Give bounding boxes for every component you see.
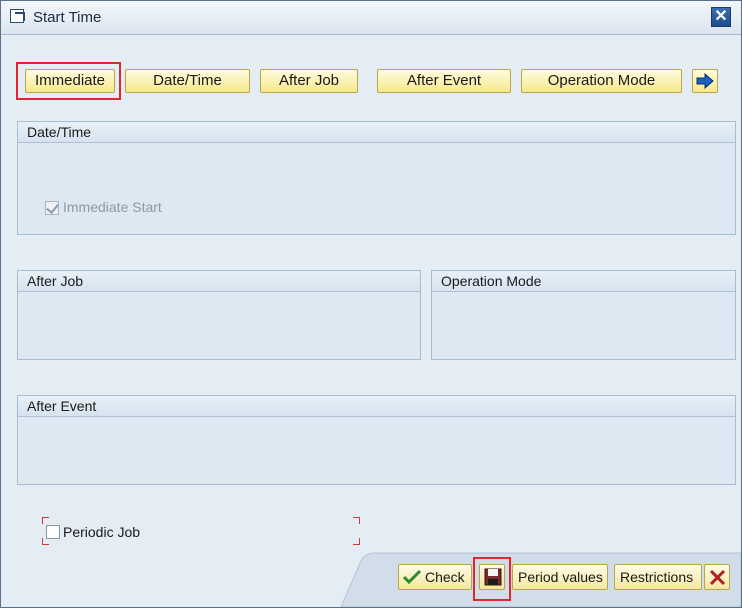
check-button-label: Check: [425, 569, 465, 585]
close-icon[interactable]: ✕: [711, 7, 731, 27]
cancel-button[interactable]: [704, 564, 730, 590]
focus-corner: [42, 538, 49, 545]
window-icon: [10, 9, 25, 23]
cancel-icon: [709, 569, 726, 586]
save-button[interactable]: [479, 564, 505, 590]
immediate-start-label: Immediate Start: [63, 199, 162, 215]
checkmark-icon: [403, 569, 421, 585]
operation-mode-group-title: Operation Mode: [432, 271, 735, 292]
after-job-button[interactable]: After Job: [260, 69, 358, 93]
checkmark-icon: [46, 201, 59, 214]
period-values-label: Period values: [518, 569, 603, 585]
check-button[interactable]: Check: [398, 564, 472, 590]
after-job-group: After Job: [17, 270, 421, 360]
period-values-button[interactable]: Period values: [512, 564, 608, 590]
periodic-job-checkbox[interactable]: [46, 525, 60, 539]
date-time-group: Date/Time Immediate Start: [17, 121, 736, 235]
operation-mode-group: Operation Mode: [431, 270, 736, 360]
title-bar: Start Time ✕: [1, 1, 741, 35]
focus-corner: [353, 538, 360, 545]
start-time-dialog: Start Time ✕ Immediate Date/Time After J…: [0, 0, 742, 608]
operation-mode-button[interactable]: Operation Mode: [521, 69, 682, 93]
focus-corner: [353, 517, 360, 524]
dialog-content: Immediate Date/Time After Job After Even…: [1, 35, 741, 607]
date-time-group-title: Date/Time: [18, 122, 735, 143]
after-event-group: After Event: [17, 395, 736, 485]
focus-corner: [42, 517, 49, 524]
after-event-group-title: After Event: [18, 396, 735, 417]
immediate-button[interactable]: Immediate: [25, 69, 115, 93]
after-job-group-title: After Job: [18, 271, 420, 292]
date-time-button[interactable]: Date/Time: [125, 69, 250, 93]
save-icon: [484, 568, 502, 586]
restrictions-button[interactable]: Restrictions: [614, 564, 702, 590]
arrow-right-icon: [696, 72, 714, 90]
after-event-button[interactable]: After Event: [377, 69, 511, 93]
dialog-title: Start Time: [33, 9, 102, 26]
restrictions-label: Restrictions: [620, 569, 694, 585]
periodic-job-label: Periodic Job: [63, 524, 141, 540]
immediate-start-checkbox[interactable]: [45, 201, 59, 215]
next-page-button[interactable]: [692, 69, 718, 93]
